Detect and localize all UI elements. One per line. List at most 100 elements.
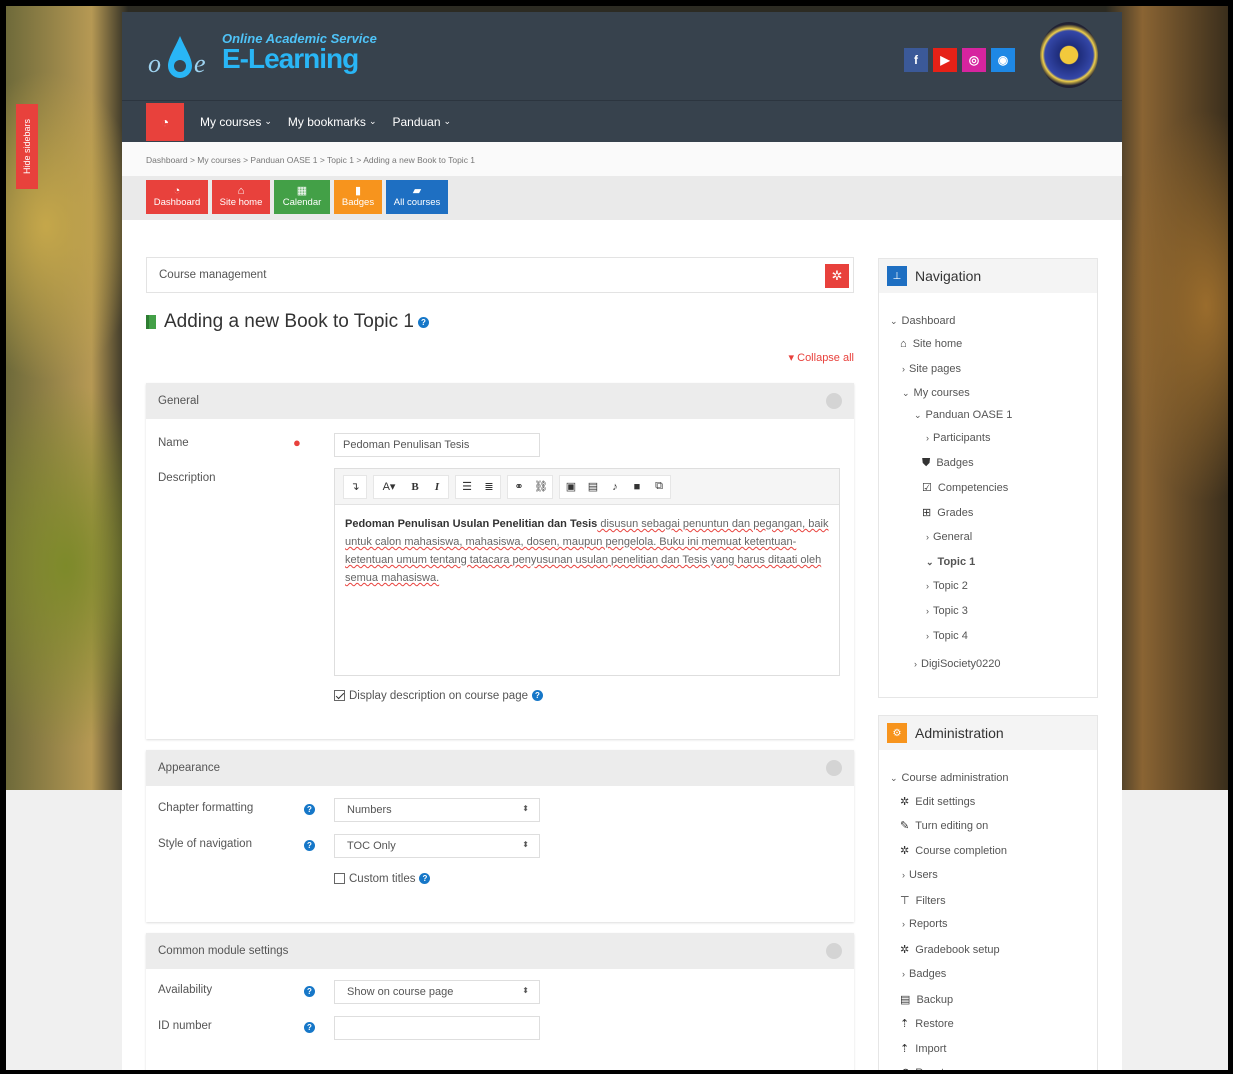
help-icon[interactable]: ? (419, 873, 431, 885)
name-field[interactable]: Pedoman Penulisan Tesis (334, 433, 540, 457)
youtube-icon[interactable]: ▶ (933, 48, 957, 72)
quick-all-courses-button[interactable]: ▰ All courses (386, 180, 448, 214)
tree-label: Site home (912, 338, 963, 350)
tree-item[interactable]: ⊞ Grades (922, 506, 973, 519)
media-icon[interactable]: ▤ (582, 476, 604, 498)
collapse-toggle-icon[interactable] (826, 943, 842, 959)
tree-item[interactable]: ✲ Gradebook setup (900, 943, 1000, 956)
editor-bold-text: Pedoman Penulisan Usulan Penelitian dan … (345, 518, 598, 530)
quick-site-home-button[interactable]: ⌂ Site home (212, 180, 270, 214)
tree-label: Users (909, 869, 938, 881)
navigation-style-select[interactable]: TOC Only ⬍ (334, 834, 540, 858)
hide-sidebar-tab[interactable]: Hide sidebars (16, 104, 38, 189)
chevron-right-icon: › (914, 659, 917, 669)
tree-item[interactable]: ⛊ Badges (922, 457, 974, 470)
id-number-label: ID number (158, 1020, 212, 1032)
checkbox-unchecked-icon[interactable] (334, 873, 345, 885)
gear-icon: ✲ (900, 944, 913, 956)
show-more-icon[interactable]: ↴ (344, 476, 366, 498)
tree-item[interactable]: ⌂ Site home (900, 338, 962, 350)
tree-item[interactable]: ⇡ Import (900, 1042, 946, 1055)
italic-icon[interactable]: I (426, 476, 448, 498)
collapse-toggle-icon[interactable] (826, 760, 842, 776)
nav-panduan[interactable]: Panduan ⌄ (392, 115, 451, 129)
tree-item[interactable]: › Topic 2 (926, 580, 968, 592)
ordered-list-icon[interactable]: ≣ (478, 476, 500, 498)
tree-item[interactable]: ✲ Edit settings (900, 795, 975, 808)
tree-item[interactable]: ⌄ Course administration (890, 772, 1009, 784)
help-icon[interactable]: ? (532, 690, 543, 702)
tree-item[interactable]: › Topic 3 (926, 605, 968, 617)
breadcrumb[interactable]: Dashboard > My courses > Panduan OASE 1 … (122, 142, 1122, 176)
tree-item[interactable]: › Reports (902, 918, 948, 930)
tree-item[interactable]: › Participants (926, 432, 990, 444)
administration-block-header[interactable]: ⚙ Administration (879, 716, 1097, 750)
tree-item[interactable]: ⌄ My courses (902, 387, 970, 399)
custom-titles-checkbox[interactable]: Custom titles? (334, 873, 431, 885)
globe-icon[interactable]: ◉ (991, 48, 1015, 72)
quick-dashboard-button[interactable]: ◔ Dashboard (146, 180, 208, 214)
microphone-icon[interactable]: ♪ (604, 476, 626, 498)
collapse-all-link[interactable]: ▾ Collapse all (789, 351, 854, 364)
unlink-icon[interactable]: ⛓ (530, 476, 552, 498)
tree-item[interactable]: › Topic 4 (926, 630, 968, 642)
tree-item[interactable]: ⇡ Restore (900, 1017, 954, 1030)
video-icon[interactable]: ■ (626, 476, 648, 498)
tree-item[interactable]: ✎ Turn editing on (900, 819, 988, 832)
tree-item[interactable]: › Badges (902, 968, 946, 980)
browser-viewport: Hide sidebars o e Online Academic Servic… (6, 6, 1228, 1070)
tree-item[interactable]: ⟲ Reset (900, 1066, 944, 1070)
collapse-toggle-icon[interactable] (826, 393, 842, 409)
tree-item[interactable]: ⌄ Dashboard (890, 315, 955, 327)
page-title-text: Adding a new Book to Topic 1 (164, 311, 414, 332)
site-logo[interactable]: o e Online Academic Service E-Learning (146, 24, 377, 80)
tree-item[interactable]: › General (926, 531, 972, 543)
checkbox-checked-icon[interactable] (334, 690, 345, 702)
appearance-section-header[interactable]: Appearance (146, 750, 854, 786)
logo-title: E-Learning (222, 42, 359, 74)
link-icon[interactable]: ⚭ (508, 476, 530, 498)
help-icon[interactable]: ? (304, 986, 315, 997)
tree-item[interactable]: ⌄ Topic 1 (926, 556, 975, 568)
tree-item[interactable]: ▤ Backup (900, 993, 953, 1006)
common-settings-section-header[interactable]: Common module settings (146, 933, 854, 969)
editor-content[interactable]: Pedoman Penulisan Usulan Penelitian dan … (335, 505, 839, 597)
tree-label: Badges (936, 457, 974, 469)
instagram-icon[interactable]: ◎ (962, 48, 986, 72)
description-editor[interactable]: ↴ A▾ B I ☰ ≣ ⚭ ⛓ ▣ ▤ ♪ ■ ⧉ Pedoman Penulisan Usu… (334, 468, 840, 676)
help-icon[interactable]: ? (418, 316, 429, 328)
chapter-formatting-select[interactable]: Numbers ⬍ (334, 798, 540, 822)
dashboard-gauge-icon[interactable]: ◔ (146, 102, 184, 141)
tree-item[interactable]: › Users (902, 869, 938, 881)
name-label: Name (158, 437, 189, 449)
help-icon[interactable]: ? (304, 840, 315, 851)
manage-files-icon[interactable]: ⧉ (648, 476, 670, 498)
nav-my-courses[interactable]: My courses ⌄ (200, 115, 272, 129)
general-section-header[interactable]: General (146, 383, 854, 419)
tree-item[interactable]: ⊤ Filters (900, 894, 946, 907)
help-icon[interactable]: ? (304, 1022, 315, 1033)
image-icon[interactable]: ▣ (560, 476, 582, 498)
help-icon[interactable]: ? (304, 804, 315, 815)
tree-label: Site pages (909, 363, 961, 375)
tree-label: Panduan OASE 1 (925, 409, 1013, 421)
quick-badges-button[interactable]: ▮ Badges (334, 180, 382, 214)
navigation-block-header[interactable]: ⊥ Navigation (879, 259, 1097, 293)
display-description-checkbox[interactable]: Display description on course page? (334, 690, 543, 702)
tree-item[interactable]: › Site pages (902, 363, 961, 375)
navigation-style-label: Style of navigation (158, 838, 252, 850)
facebook-icon[interactable]: f (904, 48, 928, 72)
unordered-list-icon[interactable]: ☰ (456, 476, 478, 498)
nav-my-bookmarks[interactable]: My bookmarks ⌄ (288, 115, 377, 129)
bold-icon[interactable]: B (404, 476, 426, 498)
availability-select[interactable]: Show on course page ⬍ (334, 980, 540, 1004)
course-management-bar[interactable]: Course management ✲ (146, 257, 854, 293)
tree-item[interactable]: ✲ Course completion (900, 844, 1007, 857)
quick-calendar-button[interactable]: ▦ Calendar (274, 180, 330, 214)
tree-item[interactable]: › DigiSociety0220 (914, 658, 1001, 670)
font-style-icon[interactable]: A▾ (374, 476, 404, 498)
id-number-field[interactable] (334, 1016, 540, 1040)
tree-item[interactable]: ☑ Competencies (922, 481, 1008, 494)
tree-item[interactable]: ⌄ Panduan OASE 1 (914, 409, 1012, 421)
gear-icon[interactable]: ✲ (825, 264, 849, 288)
